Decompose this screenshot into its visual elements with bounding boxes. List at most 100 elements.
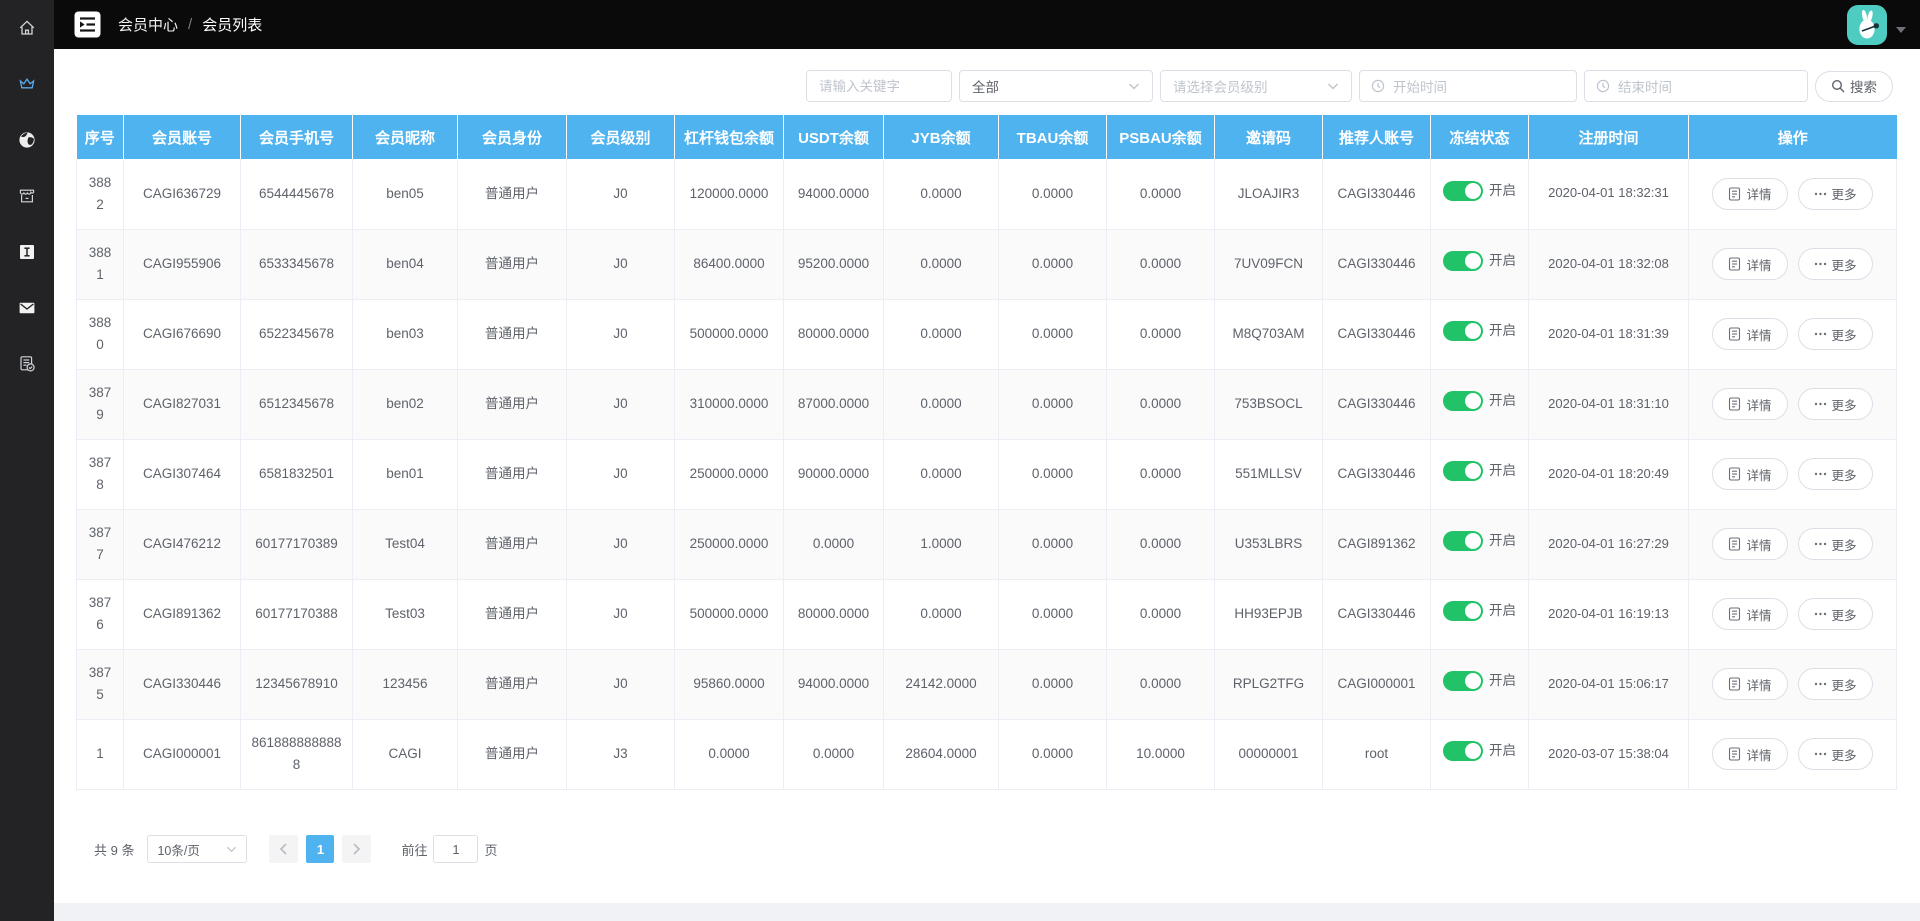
freeze-toggle[interactable] (1443, 321, 1483, 342)
start-time-input[interactable]: 开始时间 (1359, 70, 1577, 102)
more-button-label: 更多 (1831, 538, 1857, 553)
keyword-input[interactable] (806, 70, 952, 102)
document-icon (1729, 747, 1741, 761)
cell: J0 (566, 369, 675, 440)
more-button[interactable]: 更多 (1797, 668, 1873, 700)
search-button[interactable]: 搜索 (1815, 70, 1893, 102)
search-icon (1831, 79, 1845, 93)
next-page-button[interactable] (342, 835, 372, 863)
chevron-down-icon[interactable] (1895, 26, 1907, 34)
more-button[interactable]: 更多 (1797, 738, 1873, 770)
cell: 3882 (76, 159, 124, 230)
more-button[interactable]: 更多 (1797, 177, 1873, 210)
more-button[interactable]: 更多 (1797, 388, 1873, 420)
menu-unfold-icon (74, 11, 101, 38)
detail-button-label: 详情 (1746, 748, 1772, 763)
pagination: 共 9 条 10条/页 1 前往 页 (94, 835, 498, 863)
sidebar-item-home[interactable] (0, 0, 54, 56)
freeze-toggle[interactable] (1443, 671, 1483, 692)
end-time-input[interactable]: 结束时间 (1584, 70, 1808, 102)
cell-registered-time: 2020-04-01 18:31:39 (1528, 299, 1689, 370)
chevron-down-icon (227, 846, 237, 852)
italic-i-icon (20, 245, 34, 259)
sidebar-item-info[interactable] (0, 224, 54, 280)
breadcrumb-separator: / (188, 16, 193, 33)
document-icon (1729, 607, 1741, 621)
sidebar-item-mail[interactable] (0, 280, 54, 336)
cell: J0 (566, 299, 675, 370)
total-count: 共 9 条 (94, 842, 135, 858)
cell: ben03 (352, 299, 458, 370)
cell: 0.0000 (998, 159, 1107, 230)
cell-registered-time: 2020-04-01 16:27:29 (1528, 509, 1689, 580)
main-content: 全部 请选择会员级别 开始时间 结束时间 搜索 序号会员账号会员手机号会员昵称会 (54, 49, 1920, 921)
breadcrumb-item-member-center[interactable]: 会员中心 (118, 14, 178, 35)
detail-button[interactable]: 详情 (1712, 458, 1788, 490)
cell: CAGI891362 (123, 579, 241, 650)
breadcrumb: 会员中心 / 会员列表 (118, 14, 262, 35)
more-button[interactable]: 更多 (1797, 318, 1873, 350)
more-dots-icon (1814, 332, 1826, 336)
more-button[interactable]: 更多 (1797, 458, 1873, 490)
sidebar-item-shop[interactable] (0, 168, 54, 224)
table-row: 3875 CAGI330446 12345678910 123456 普通用户 J0 958… (76, 649, 1897, 720)
detail-button[interactable]: 详情 (1712, 598, 1788, 630)
cell: 753BSOCL (1214, 369, 1323, 440)
detail-button[interactable]: 详情 (1712, 528, 1788, 560)
breadcrumb-item-member-list: 会员列表 (202, 17, 263, 34)
sidebar-item-audit[interactable] (0, 336, 54, 392)
cell: J0 (566, 649, 675, 720)
freeze-toggle[interactable] (1443, 741, 1483, 762)
freeze-toggle[interactable] (1443, 601, 1483, 622)
more-button-label: 更多 (1831, 258, 1857, 273)
detail-button[interactable]: 详情 (1712, 248, 1788, 280)
detail-button[interactable]: 详情 (1712, 177, 1788, 210)
cell: HH93EPJB (1214, 579, 1323, 650)
detail-button[interactable]: 详情 (1712, 318, 1788, 350)
cell: CAGI476212 (123, 509, 241, 580)
detail-button-label: 详情 (1746, 608, 1772, 623)
cell: CAGI330446 (1322, 369, 1431, 440)
page-number-1[interactable]: 1 (306, 835, 335, 863)
detail-button[interactable]: 详情 (1712, 668, 1788, 700)
avatar[interactable] (1847, 4, 1887, 45)
cell: CAGI330446 (1322, 579, 1431, 650)
cell: J0 (566, 439, 675, 510)
cell: ben02 (352, 369, 458, 440)
detail-button[interactable]: 详情 (1712, 388, 1788, 420)
more-button[interactable]: 更多 (1797, 528, 1873, 560)
freeze-state-label: 开启 (1489, 393, 1516, 409)
status-select[interactable]: 全部 (959, 70, 1153, 102)
cell: 普通用户 (457, 299, 567, 370)
cell: M8Q703AM (1214, 299, 1323, 370)
table-row: 3882 CAGI636729 6544445678 ben05 普通用户 J0 12000… (76, 159, 1897, 230)
freeze-toggle[interactable] (1443, 391, 1483, 412)
page-suffix-label: 页 (484, 842, 498, 858)
more-button[interactable]: 更多 (1797, 248, 1873, 280)
page-size-select[interactable]: 10条/页 (147, 835, 248, 863)
cell: 普通用户 (457, 509, 567, 580)
page-size-value: 10条/页 (157, 843, 200, 858)
prev-page-button[interactable] (269, 835, 299, 863)
more-dots-icon (1814, 682, 1826, 686)
menu-fold-button[interactable] (74, 11, 101, 38)
cell: 80000.0000 (783, 299, 884, 370)
sidebar-item-members[interactable] (0, 56, 54, 112)
cell: 0.0000 (883, 159, 999, 230)
more-button[interactable]: 更多 (1797, 598, 1873, 630)
freeze-toggle[interactable] (1443, 180, 1483, 201)
cell: J0 (566, 579, 675, 650)
cell-actions: 详情 更多 (1688, 579, 1897, 650)
freeze-toggle[interactable] (1443, 531, 1483, 552)
more-button-label: 更多 (1831, 398, 1857, 413)
freeze-toggle[interactable] (1443, 251, 1483, 272)
detail-button-label: 详情 (1746, 328, 1772, 343)
cell: 500000.0000 (674, 579, 784, 650)
cell: ben01 (352, 439, 458, 510)
goto-page-input[interactable] (433, 835, 479, 863)
sidebar-item-globe[interactable] (0, 112, 54, 168)
level-select[interactable]: 请选择会员级别 (1160, 70, 1352, 102)
detail-button[interactable]: 详情 (1712, 738, 1788, 770)
freeze-toggle[interactable] (1443, 461, 1483, 482)
cell: 95860.0000 (674, 649, 784, 720)
